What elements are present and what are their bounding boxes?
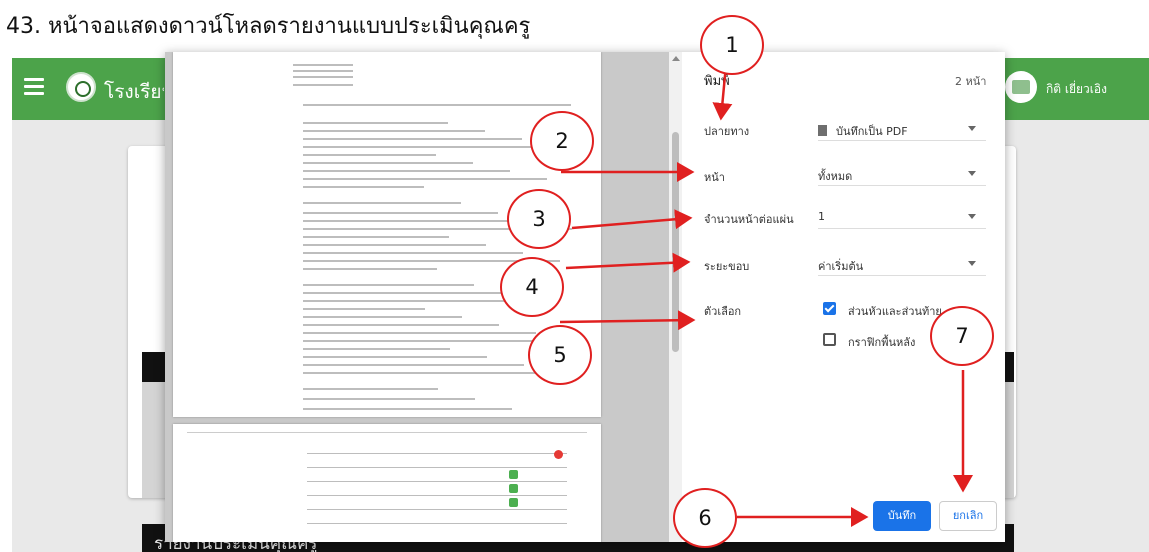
callout-5: 5 <box>528 325 592 385</box>
callout-6: 6 <box>673 488 737 548</box>
callout-3: 3 <box>507 189 571 249</box>
callout-4: 4 <box>500 257 564 317</box>
annotation-arrows <box>559 64 973 527</box>
arrow-5 <box>559 310 696 331</box>
arrow-3 <box>571 209 693 230</box>
callout-2: 2 <box>530 111 594 171</box>
callout-7: 7 <box>930 306 994 366</box>
callout-1: 1 <box>700 15 764 75</box>
arrow-4 <box>565 252 691 273</box>
